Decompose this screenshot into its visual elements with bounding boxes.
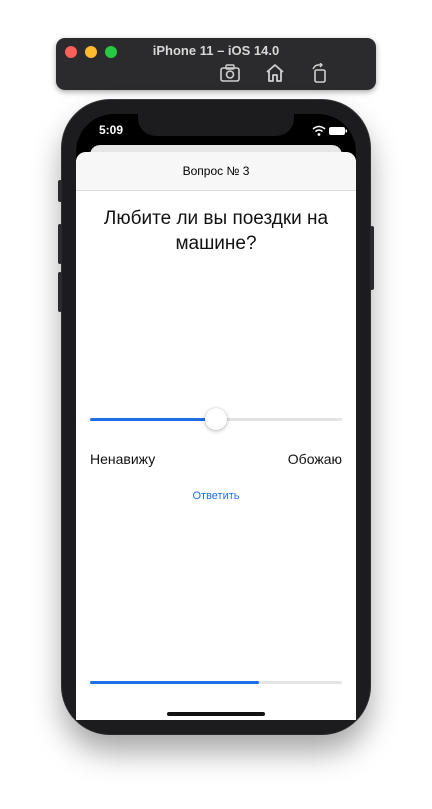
- screenshot-icon[interactable]: [219, 63, 241, 83]
- home-icon[interactable]: [264, 63, 286, 83]
- status-time: 5:09: [99, 123, 124, 137]
- rating-slider[interactable]: [90, 408, 342, 430]
- battery-icon: [329, 127, 345, 135]
- slider-max-label: Обожаю: [287, 451, 342, 467]
- notch: [138, 114, 294, 136]
- progress-fill: [90, 681, 259, 684]
- wifi-icon: [312, 125, 347, 136]
- mute-switch: [58, 180, 62, 202]
- rotate-icon[interactable]: [309, 62, 331, 83]
- slider-fill: [90, 418, 216, 421]
- volume-up-button: [58, 224, 62, 264]
- slider-min-label: Ненавижу: [90, 451, 156, 467]
- simulator-toolbar: iPhone 11 – iOS 14.0: [56, 38, 376, 90]
- volume-down-button: [58, 272, 62, 312]
- slider-thumb[interactable]: [205, 408, 227, 430]
- answer-button[interactable]: Ответить: [166, 490, 266, 502]
- survey-progress-bar: [90, 681, 342, 684]
- status-icons: [312, 124, 348, 136]
- simulator-title: iPhone 11 – iOS 14.0: [152, 43, 280, 58]
- power-button: [370, 226, 374, 290]
- question-sheet: Вопрос № 3 Любите ли вы поездки на машин…: [76, 152, 356, 720]
- home-indicator[interactable]: [167, 712, 265, 716]
- nav-bar: Вопрос № 3: [76, 152, 356, 191]
- question-text: Любите ли вы поездки на машине?: [103, 208, 329, 254]
- nav-title: Вопрос № 3: [182, 164, 250, 178]
